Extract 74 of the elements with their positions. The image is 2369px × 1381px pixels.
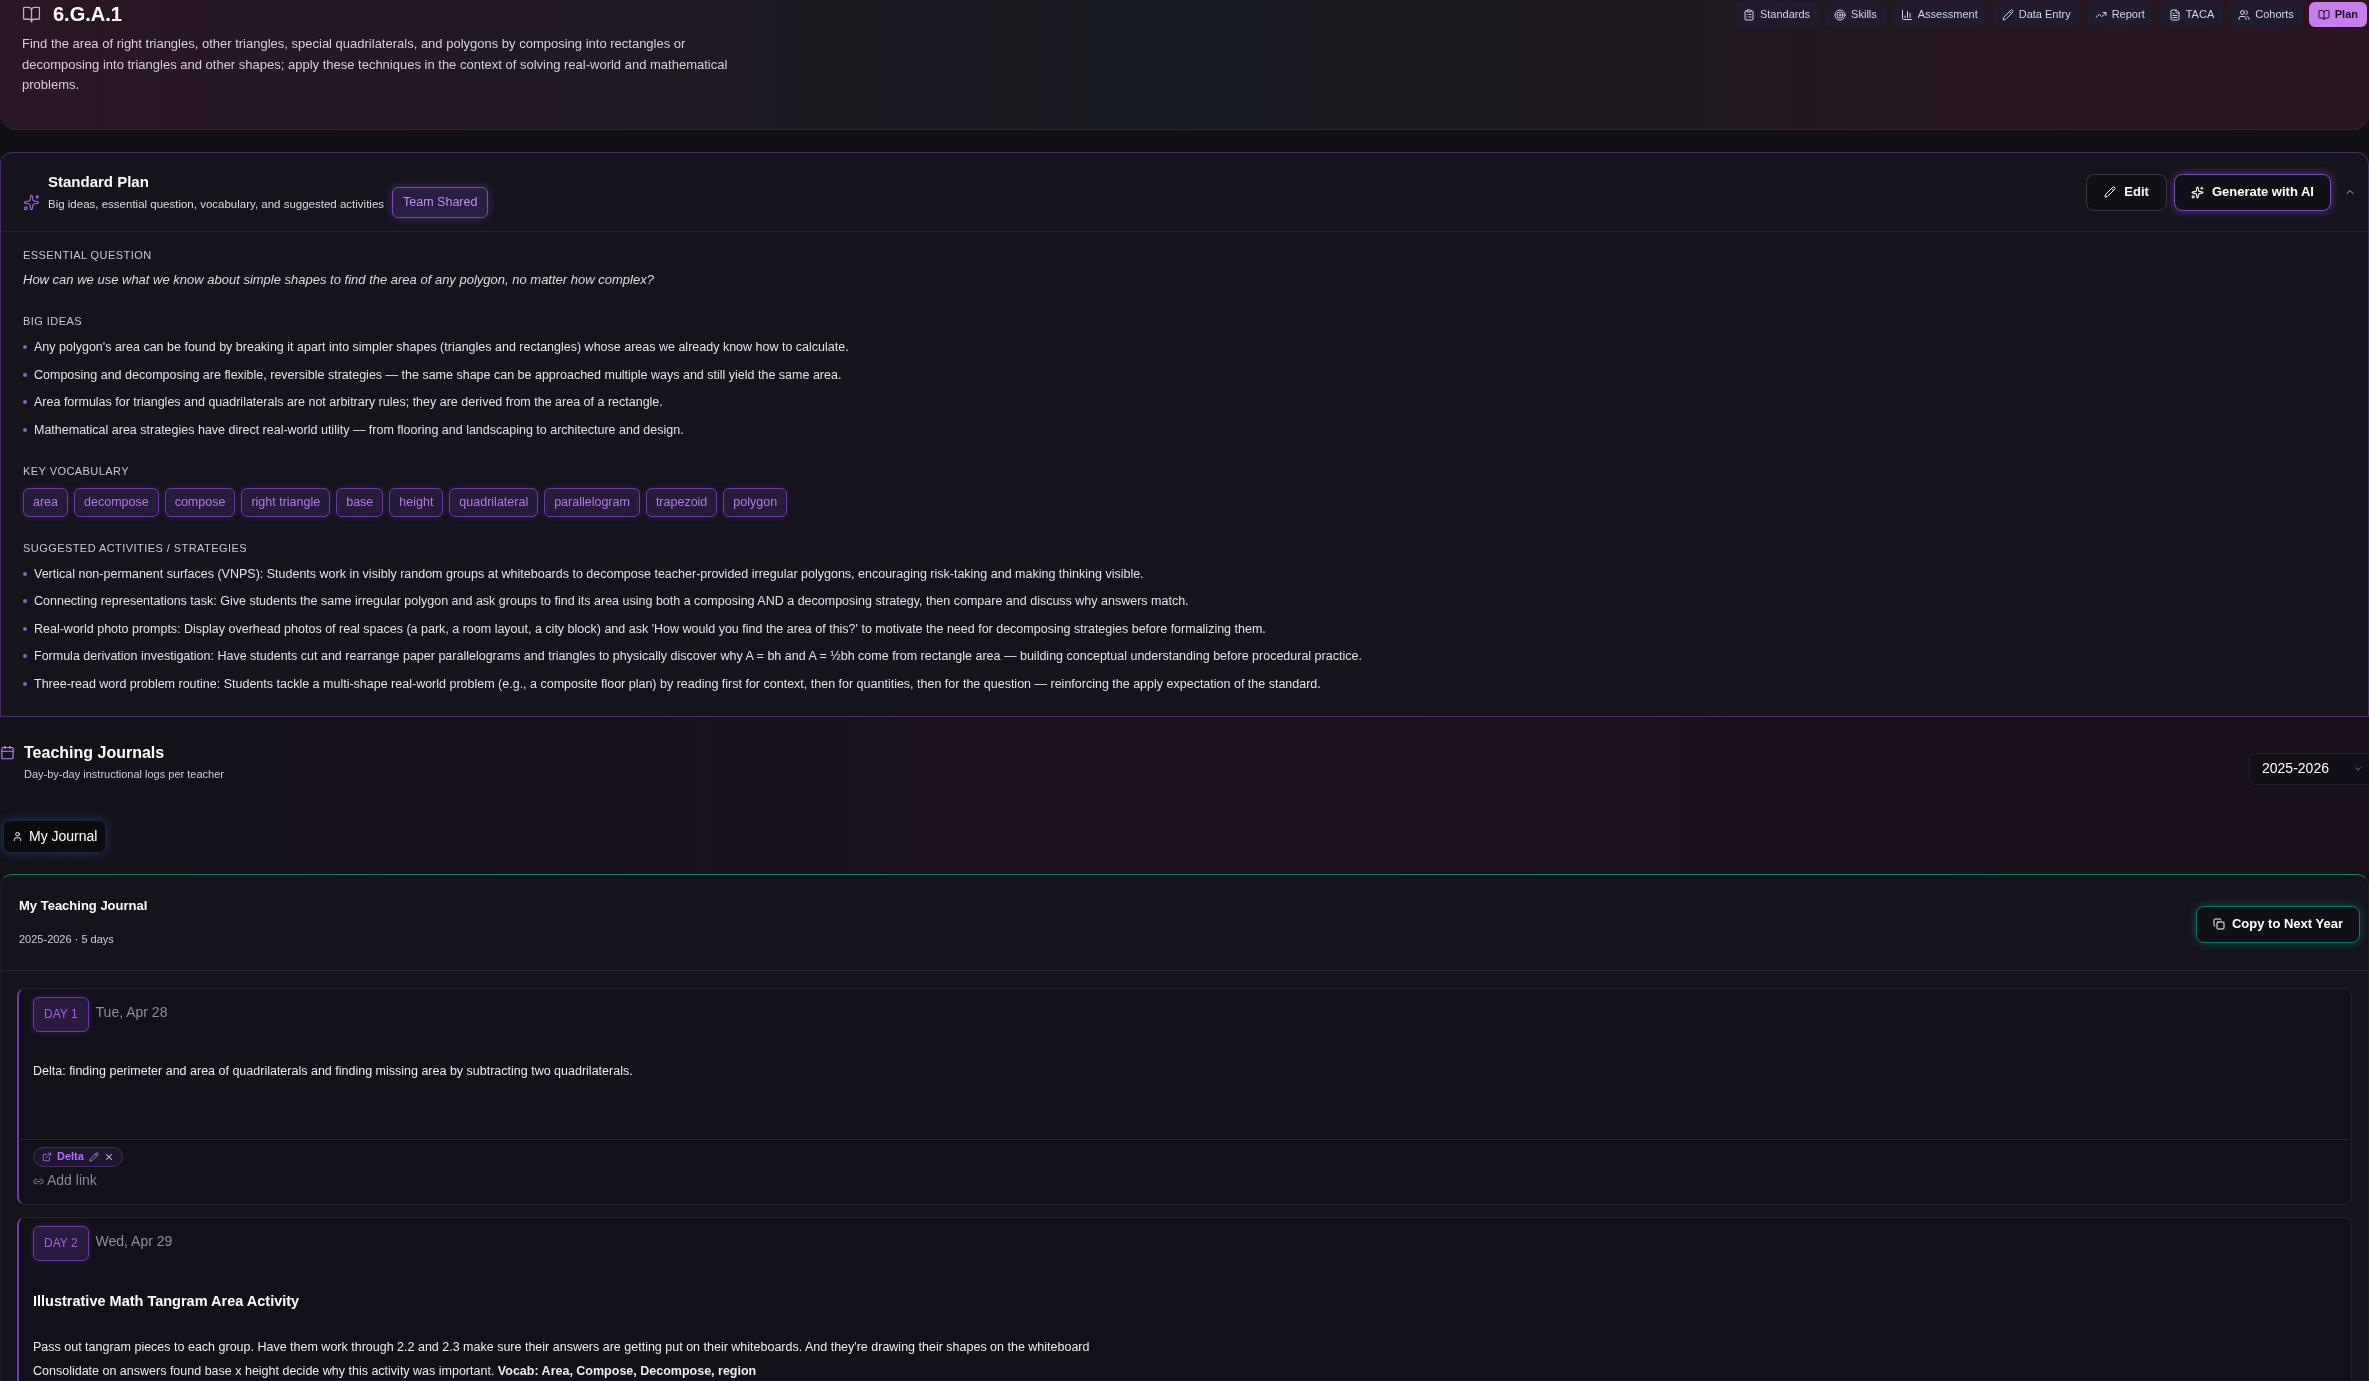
pencil-icon[interactable] — [88, 1151, 99, 1162]
vocabulary-tag: base — [336, 487, 384, 517]
standard-description: Find the area of right triangles, other triangles, special quadrilaterals, and polygons by composing into rectangles or decomposing into triangles and other shapes; apply these techniques in the context of solving real-world and mathematical problems. — [22, 35, 729, 94]
bar-chart-icon — [1900, 8, 1913, 21]
edit-button[interactable]: Edit — [2086, 173, 2167, 211]
list-item-text: Real-world photo prompts: Display overhead photos of real spaces (a park, a room layout, a city block) and ask 'How would you find the area of this?' to motivate the need for decomposing strategies before formalizing them. — [34, 620, 1266, 638]
day-date: Tue, Apr 28 — [95, 1002, 168, 1022]
vocabulary-tag: trapezoid — [645, 487, 718, 517]
vocabulary-tag: quadrilateral — [449, 487, 539, 517]
external-link-icon — [42, 1151, 52, 1162]
section-heading: SUGGESTED ACTIVITIES / STRATEGIES — [23, 540, 248, 555]
standard-code-title: 6.G.A.1 — [53, 2, 122, 26]
journal-meta: 2025-2026 · 5 days — [19, 932, 115, 946]
day-date: Wed, Apr 29 — [95, 1231, 173, 1251]
vocabulary-tag: parallelogram — [544, 487, 640, 517]
list-item-text: Composing and decomposing are flexible, reversible strategies — the same shape can be approached multiple ways and still yield the same area. — [34, 366, 842, 384]
section-heading: KEY VOCABULARY — [23, 463, 131, 478]
copy-icon — [2212, 918, 2225, 930]
section-heading: BIG IDEAS — [23, 314, 83, 328]
person-icon — [12, 830, 23, 842]
document-icon — [2168, 8, 2181, 21]
list-item-text: Vertical non-permanent surfaces (VNPS): Students work in visibly random groups at whiteboards to decompose teacher-provided irregular polygons, encouraging risk-taking and making thinking visible. — [34, 565, 1144, 583]
nav-tab[interactable]: TACA — [2159, 2, 2224, 27]
list-item-text: Three-read word problem routine: Students tackle a multi-shape real-world problem (e.g., a composite floor plan) by reading first for context, then for quantities, then for the question — reinforcing the apply expectation of the standard. — [34, 675, 1321, 693]
nav-tab[interactable]: Data Entry — [1992, 2, 2080, 27]
copy-to-next-year-button[interactable]: Copy to Next Year — [2195, 905, 2360, 943]
list-item-text: Any polygon's area can be found by breaking it apart into simpler shapes (triangles and rectangles) whose areas we already know how to calculate. — [34, 339, 849, 356]
list-item-text: Connecting representations task: Give students the same irregular polygon and ask groups to find its area using both a composing AND a decomposing strategy, then compare and discuss why answers match. — [34, 593, 1189, 610]
journal-tab[interactable]: My Journal — [4, 820, 106, 852]
close-icon[interactable] — [103, 1151, 114, 1162]
list-item-text: Formula derivation investigation: Have students cut and rearrange paper parallelograms and triangles to physically discover why A = bh and A = ½bh come from rectangle area — building conceptual understanding before procedural practice. — [34, 648, 1362, 665]
day-badge: DAY 1 — [33, 996, 89, 1032]
day-badge: DAY 2 — [33, 1225, 89, 1261]
year-select[interactable]: 2025-2026 — [2249, 752, 2369, 785]
link-label[interactable]: Delta — [57, 1148, 84, 1165]
vocabulary-tag: compose — [164, 487, 236, 517]
plan-title: Standard Plan — [48, 173, 150, 191]
pencil-icon — [2104, 186, 2117, 198]
pencil-icon — [2001, 8, 2014, 21]
vocabulary-tag: polygon — [723, 487, 788, 517]
team-shared-badge: Team Shared — [392, 186, 489, 218]
add-link-button[interactable]: Add link — [33, 1169, 97, 1191]
nav-tab[interactable]: Report — [2085, 2, 2154, 27]
day-note-text: Pass out tangram pieces to each group. Have them work through 2.2 and 2.3 make sure their answers are getting put on their whiteboards. And they're drawing their shapes on the whiteboard — [33, 1338, 1091, 1356]
vocabulary-tag: height — [389, 487, 444, 517]
book-icon — [22, 4, 41, 24]
journals-title: Teaching Journals — [24, 742, 165, 763]
target-icon — [1834, 8, 1847, 21]
vocabulary-tag: right triangle — [241, 487, 331, 517]
section-heading: ESSENTIAL QUESTION — [23, 248, 153, 262]
journals-subtitle: Day-by-day instructional logs per teacher — [24, 766, 224, 781]
sparkles-icon — [23, 193, 40, 211]
calendar-icon — [0, 745, 15, 760]
nav-tab[interactable]: Plan — [2308, 2, 2367, 27]
nav-tab[interactable]: Assessment — [1891, 2, 1987, 27]
day-title: Illustrative Math Tangram Area Activity — [33, 1291, 301, 1311]
link-icon — [33, 1176, 44, 1187]
nav-tab[interactable]: Standards — [1733, 2, 1820, 27]
people-icon — [2238, 8, 2251, 21]
book-icon — [2317, 8, 2330, 21]
vocabulary-tag: area — [23, 487, 69, 517]
nav-tab[interactable]: Skills — [1825, 2, 1886, 27]
sparkles-icon — [2190, 185, 2204, 199]
list-item-text: Area formulas for triangles and quadrilaterals are not arbitrary rules; they are derived from the area of a rectangle. — [34, 394, 663, 411]
list-item-text: Mathematical area strategies have direct real-world utility — from flooring and landscaping to architecture and design. — [34, 421, 684, 439]
vocabulary-tag: decompose — [74, 487, 159, 517]
generate-ai-button[interactable]: Generate with AI — [2173, 173, 2331, 211]
nav-tab[interactable]: Cohorts — [2229, 2, 2303, 27]
day-note-text: Consolidate on answers found base x height decide why this activity was important. Vocab: Area, Compose, Decompose, region — [33, 1362, 758, 1380]
day-note-text: Delta: finding perimeter and area of quadrilaterals and finding missing area by subtracting two quadrilaterals. — [33, 1062, 634, 1080]
plan-subtitle: Big ideas, essential question, vocabulary, and suggested activities — [48, 197, 385, 211]
clipboard-icon — [1742, 8, 1755, 21]
essential-question-text: How can we use what we know about simple shapes to find the area of any polygon, no matter how complex? — [23, 271, 655, 289]
journal-title: My Teaching Journal — [19, 898, 148, 914]
